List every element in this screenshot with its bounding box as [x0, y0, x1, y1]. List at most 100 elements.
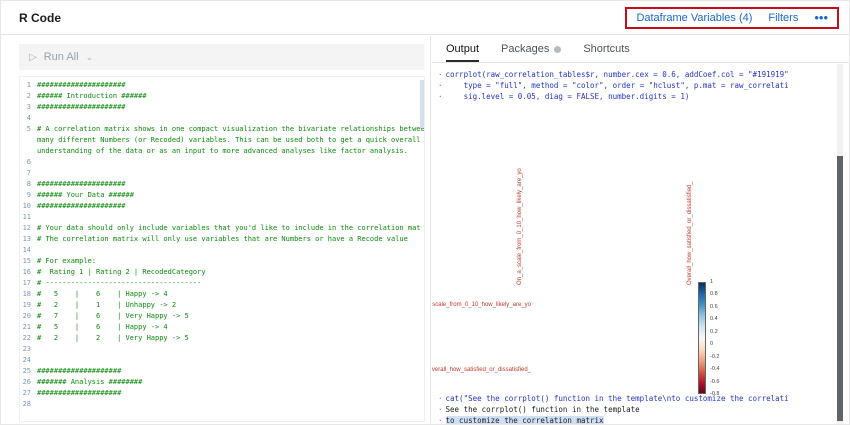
chevron-down-icon[interactable]: ⌄	[86, 52, 94, 63]
line-number: 25	[20, 366, 37, 377]
legend-tick: -0.6	[710, 379, 719, 385]
legend-tick: 0.2	[710, 329, 719, 335]
tab-packages[interactable]: Packages	[501, 43, 561, 62]
editor-lines: 1#####################2###### Introducti…	[20, 80, 424, 410]
packages-badge-dot	[554, 46, 561, 53]
editor-line[interactable]: 10#####################	[20, 201, 424, 212]
output-panel: Output Packages Shortcuts ·corrplot(raw_…	[432, 36, 849, 424]
legend-tick: 1	[710, 279, 719, 285]
line-number: 11	[20, 212, 37, 223]
line-number: 9	[20, 190, 37, 201]
prompt-dot-icon: ·	[438, 81, 446, 90]
editor-line[interactable]: 26####### Analysis ########	[20, 377, 424, 388]
legend-tick: -0.4	[710, 366, 719, 372]
prompt-dot-icon: ·	[438, 92, 446, 101]
line-number: 22	[20, 333, 37, 344]
editor-line[interactable]: 22# 2 | 2 | Very Happy -> 5	[20, 333, 424, 344]
line-number: 12	[20, 223, 37, 234]
editor-line[interactable]: 8#####################	[20, 179, 424, 190]
header: R Code Dataframe Variables (4) Filters •…	[1, 1, 849, 35]
editor-line[interactable]: 12# Your data should only include variab…	[20, 223, 424, 234]
r-code-window: R Code Dataframe Variables (4) Filters •…	[0, 0, 850, 425]
editor-line[interactable]: 16# Rating 1 | Rating 2 | RecodedCategor…	[20, 267, 424, 278]
editor-line[interactable]: 25####################	[20, 366, 424, 377]
code-editor-panel: ▷ Run All ⌄ 1#####################2#####…	[1, 36, 431, 424]
editor-line[interactable]: 6	[20, 157, 424, 168]
prompt-dot-icon: ·	[438, 394, 446, 403]
line-number: 3	[20, 102, 37, 113]
editor-line[interactable]: 21# 5 | 6 | Happy -> 4	[20, 322, 424, 333]
line-number: 28	[20, 399, 37, 410]
play-icon: ▷	[29, 52, 37, 63]
editor-line[interactable]: 28	[20, 399, 424, 410]
run-all-label: Run All	[44, 51, 79, 63]
legend-tick: 0.8	[710, 291, 719, 297]
tab-shortcuts[interactable]: Shortcuts	[583, 43, 629, 62]
plot-column-label-1: On_a_scale_from_0_10_how_likely_are_yo	[517, 168, 524, 285]
line-number: 8	[20, 179, 37, 190]
more-options-icon[interactable]: •••	[814, 13, 828, 23]
editor-line[interactable]: 15# For example:	[20, 256, 424, 267]
editor-line[interactable]: 19# 2 | 1 | Unhappy -> 2	[20, 300, 424, 311]
console-code-line: · sig.level = 0.05, diag = FALSE, number…	[438, 91, 833, 102]
editor-line[interactable]: 23	[20, 344, 424, 355]
editor-line[interactable]: 18# 5 | 6 | Happy -> 4	[20, 289, 424, 300]
line-number: 6	[20, 157, 37, 168]
editor-line[interactable]: 13# The correlation matrix will only use…	[20, 234, 424, 245]
line-number: 16	[20, 267, 37, 278]
annotation-box: Dataframe Variables (4) Filters •••	[625, 7, 839, 29]
editor-line[interactable]: 14	[20, 245, 424, 256]
line-number: 21	[20, 322, 37, 333]
line-number: 15	[20, 256, 37, 267]
editor-area[interactable]: 1#####################2###### Introducti…	[19, 76, 425, 422]
plot-column-label-2: Overall_how_satisfied_or_dissatisfied_	[687, 181, 694, 285]
prompt-dot-icon: ·	[438, 416, 446, 424]
output-scrollbar-thumb[interactable]	[837, 156, 843, 421]
line-number: 18	[20, 289, 37, 300]
console-output-tail: ·cat("See the corrplot() function in the…	[438, 393, 833, 424]
editor-scrollbar-thumb[interactable]	[420, 80, 424, 128]
editor-line[interactable]: 9###### Your Data ######	[20, 190, 424, 201]
prompt-dot-icon: ·	[438, 70, 446, 79]
editor-line[interactable]: 1#####################	[20, 80, 424, 91]
console-code-line: ·cat("See the corrplot() function in the…	[438, 393, 833, 404]
editor-line[interactable]: 11	[20, 212, 424, 223]
editor-line[interactable]: 5# A correlation matrix shows in one com…	[20, 124, 424, 157]
line-number: 5	[20, 124, 37, 157]
line-number: 13	[20, 234, 37, 245]
editor-line[interactable]: 3#####################	[20, 102, 424, 113]
editor-line[interactable]: 20# 7 | 6 | Very Happy -> 5	[20, 311, 424, 322]
console-code-line: ·corrplot(raw_correlation_tables$r, numb…	[438, 69, 833, 80]
legend-tick: -0.2	[710, 354, 719, 360]
line-number: 14	[20, 245, 37, 256]
line-number: 1	[20, 80, 37, 91]
line-number: 17	[20, 278, 37, 289]
dataframe-variables-link[interactable]: Dataframe Variables (4)	[636, 12, 752, 24]
plot-row-label-2: Overall_how_satisfied_or_dissatisfied_	[432, 367, 531, 373]
editor-line[interactable]: 2###### Introduction ######	[20, 91, 424, 102]
legend-tick: 0.4	[710, 316, 719, 322]
editor-line[interactable]: 7	[20, 168, 424, 179]
console-output-line-highlighted: ·to customize the correlation matrix	[438, 415, 833, 424]
legend-tick: 0	[710, 341, 719, 347]
editor-line[interactable]: 4	[20, 113, 424, 124]
page-title: R Code	[19, 11, 61, 25]
line-number: 4	[20, 113, 37, 124]
line-number: 24	[20, 355, 37, 366]
tab-bar: Output Packages Shortcuts	[432, 36, 849, 63]
line-number: 10	[20, 201, 37, 212]
tab-output[interactable]: Output	[446, 43, 479, 62]
run-all-button[interactable]: ▷ Run All ⌄	[19, 44, 424, 70]
editor-line[interactable]: 27####################	[20, 388, 424, 399]
plot-row-label-1: On_a_scale_from_0_10_how_likely_are_yo	[432, 302, 531, 308]
line-number: 2	[20, 91, 37, 102]
filters-link[interactable]: Filters	[768, 12, 798, 24]
editor-line[interactable]: 17# ------------------------------------…	[20, 278, 424, 289]
color-scale-legend	[698, 282, 706, 394]
line-number: 23	[20, 344, 37, 355]
console-code-line: · type = "full", method = "color", order…	[438, 80, 833, 91]
editor-line[interactable]: 24	[20, 355, 424, 366]
line-number: 19	[20, 300, 37, 311]
prompt-dot-icon: ·	[438, 405, 446, 414]
line-number: 7	[20, 168, 37, 179]
